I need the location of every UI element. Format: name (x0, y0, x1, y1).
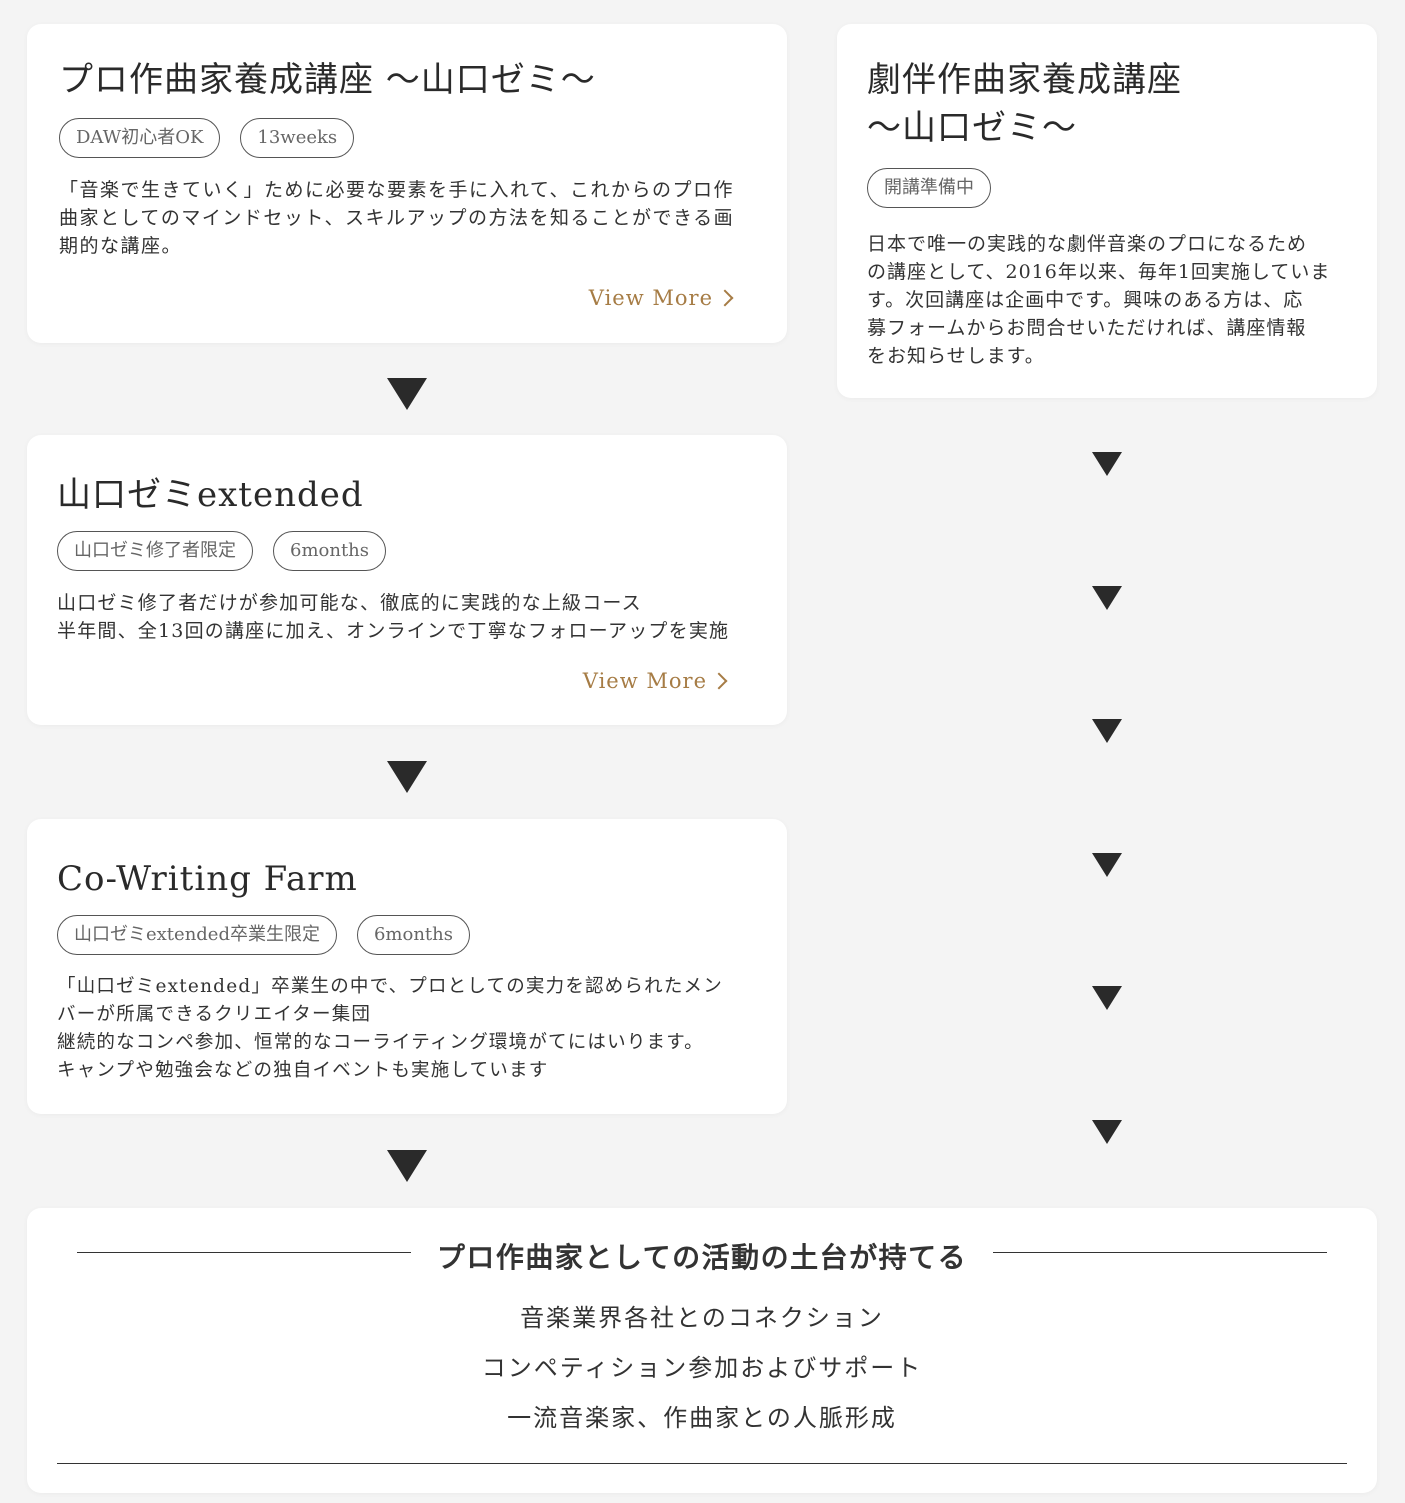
view-more-label: View More (582, 669, 707, 693)
course-description: 日本で唯一の実践的な劇伴音楽のプロになるため の講座として、2016年以来、毎年… (867, 233, 1331, 367)
tag-duration: 6months (356, 915, 470, 955)
benefit-item: コンペティション参加およびサポート (481, 1354, 923, 1382)
benefit-item: 一流音楽家、作曲家との人脈形成 (507, 1404, 897, 1432)
down-arrow-icon (1092, 1120, 1122, 1144)
course-card-yamaguchi-seminar: プロ作曲家養成講座 〜山口ゼミ〜 DAW初心者OK 13weeks 「音楽で生き… (27, 24, 787, 343)
course-description: 「山口ゼミextended」卒業生の中で、プロとしての実力を認められたメン バー… (57, 976, 723, 1081)
outcome-heading: プロ作曲家としての活動の土台が持てる (436, 1241, 968, 1274)
view-more-link[interactable]: View More (588, 286, 734, 310)
course-card-extended: 山口ゼミextended 山口ゼミ修了者限定 6months 山口ゼミ修了者だけ… (27, 435, 787, 725)
tag-duration: 6months (273, 531, 387, 571)
down-arrow-icon (387, 761, 427, 793)
down-arrow-icon (387, 1150, 427, 1182)
tag-list: 山口ゼミ修了者限定 6months (57, 531, 757, 571)
tag-status: 開講準備中 (867, 168, 991, 208)
down-arrow-icon (387, 378, 427, 410)
chevron-right-icon (710, 672, 728, 690)
course-description: 「音楽で生きていく」ために必要な要素を手に入れて、これからのプロ作 曲家としての… (59, 179, 735, 257)
view-more-link[interactable]: View More (582, 669, 728, 693)
course-title: Co-Writing Farm (57, 859, 358, 899)
down-arrow-icon (1092, 986, 1122, 1010)
tag-eligibility: 山口ゼミ修了者限定 (57, 531, 253, 571)
course-card-film-score-seminar: 劇伴作曲家養成講座 〜山口ゼミ〜 開講準備中 日本で唯一の実践的な劇伴音楽のプロ… (837, 24, 1377, 398)
course-card-co-writing-farm: Co-Writing Farm 山口ゼミextended卒業生限定 6month… (27, 819, 787, 1114)
tag-duration: 13weeks (240, 118, 355, 158)
down-arrow-icon (1092, 586, 1122, 610)
tag-list: 山口ゼミextended卒業生限定 6months (57, 915, 757, 955)
tag-eligibility: 山口ゼミextended卒業生限定 (57, 915, 337, 955)
tag-beginner-ok: DAW初心者OK (59, 118, 221, 158)
tag-list: DAW初心者OK 13weeks (59, 118, 757, 158)
course-title: 山口ゼミextended (57, 475, 364, 515)
down-arrow-icon (1092, 719, 1122, 743)
outcome-card: プロ作曲家としての活動の土台が持てる 音楽業界各社とのコネクション コンペティシ… (27, 1208, 1377, 1493)
course-title: プロ作曲家養成講座 〜山口ゼミ〜 (59, 60, 596, 100)
course-title: 劇伴作曲家養成講座 〜山口ゼミ〜 (867, 60, 1182, 148)
bottom-divider (57, 1463, 1347, 1464)
benefit-item: 音楽業界各社とのコネクション (520, 1304, 884, 1332)
course-description: 山口ゼミ修了者だけが参加可能な、徹底的に実践的な上級コース 半年間、全13回の講… (57, 592, 730, 642)
view-more-label: View More (588, 286, 713, 310)
chevron-right-icon (716, 289, 734, 307)
down-arrow-icon (1092, 452, 1122, 476)
tag-list: 開講準備中 (867, 168, 1353, 208)
down-arrow-icon (1092, 853, 1122, 877)
